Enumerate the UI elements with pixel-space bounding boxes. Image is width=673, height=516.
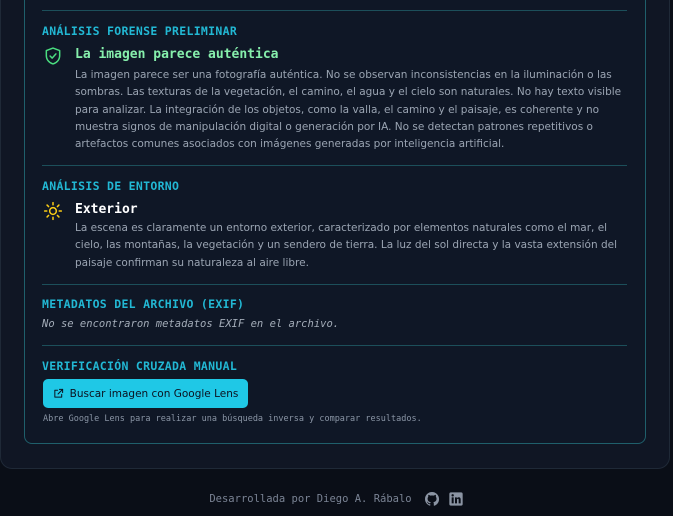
divider — [42, 165, 627, 166]
google-lens-hint: Abre Google Lens para realizar una búsqu… — [43, 414, 422, 424]
google-lens-button[interactable]: Buscar imagen con Google Lens — [43, 379, 248, 408]
forensic-section-title: ANÁLISIS FORENSE PRELIMINAR — [42, 24, 238, 38]
environment-description: La escena es claramente un entorno exter… — [75, 222, 618, 269]
external-link-icon — [53, 388, 63, 398]
divider — [42, 10, 627, 11]
footer-credit: Desarrollada por Diego A. Rábalo — [209, 493, 412, 505]
exif-note: No se encontraron metadatos EXIF en el a… — [42, 318, 340, 330]
environment-section-title: ANÁLISIS DE ENTORNO — [42, 179, 180, 193]
google-lens-button-label: Buscar imagen con Google Lens — [69, 387, 239, 400]
linkedin-icon[interactable] — [448, 491, 464, 507]
environment-heading: Exterior — [75, 202, 138, 217]
footer: Desarrollada por Diego A. Rábalo — [0, 491, 673, 507]
forensic-description: La imagen parece ser una fotografía auté… — [75, 69, 622, 151]
sun-icon — [43, 201, 63, 221]
divider — [42, 345, 627, 346]
manual-check-section-title: VERIFICACIÓN CRUZADA MANUAL — [42, 359, 238, 373]
forensic-verdict: La imagen parece auténtica — [75, 47, 279, 62]
shield-check-icon — [45, 47, 61, 65]
divider — [42, 284, 627, 285]
github-icon[interactable] — [424, 491, 440, 507]
exif-section-title: METADATOS DEL ARCHIVO (EXIF) — [42, 297, 245, 311]
